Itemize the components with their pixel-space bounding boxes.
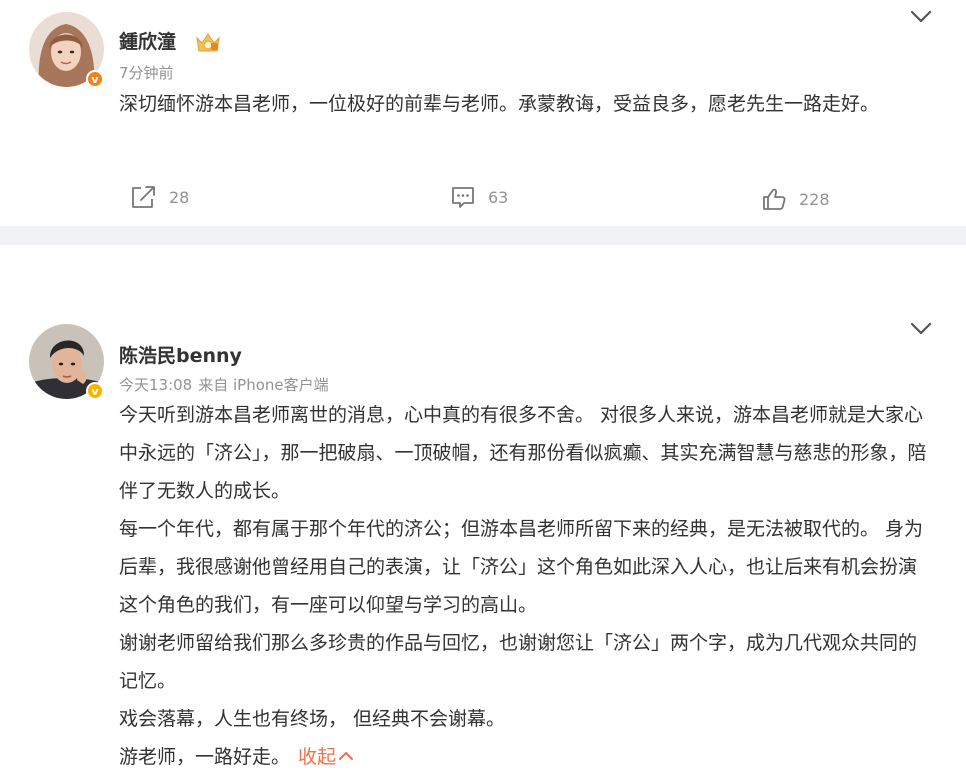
post-last-line: 游老师，一路好走。 (119, 746, 291, 768)
membership-crown-icon[interactable] (194, 30, 222, 54)
repost-count: 28 (169, 188, 190, 207)
post-paragraph-last: 游老师，一路好走。 收起 (119, 738, 929, 776)
repost-icon (132, 186, 155, 208)
post-paragraph-3: 谢谢老师留给我们那么多珍贵的作品与回忆，也谢谢您让「济公」两个字，成为几代观众共… (119, 632, 918, 692)
verified-badge-icon: v (86, 382, 104, 400)
post-meta: 今天13:08 来自 iPhone客户端 (119, 374, 329, 395)
author-name[interactable]: 陈浩民benny (119, 341, 242, 368)
like-count: 228 (799, 190, 830, 209)
post-text-paragraph: 深切缅怀游本昌老师，一位极好的前辈与老师。承蒙教诲，受益良多，愿老先生一路走好。 (119, 93, 880, 115)
chevron-down-icon[interactable] (910, 322, 932, 336)
post-text: 今天听到游本昌老师离世的消息，心中真的有很多不舍。 对很多人来说，游本昌老师就是… (119, 396, 929, 776)
like-icon (763, 188, 786, 210)
like-button[interactable]: 228 (761, 187, 830, 212)
verified-badge-icon: v (86, 70, 104, 88)
chevron-up-icon (339, 752, 354, 760)
collapse-button[interactable]: 收起 (298, 746, 354, 768)
post-card-2: v 陈浩民benny 今天13:08 来自 iPhone客户端 今天听到游本昌老师… (0, 245, 966, 777)
post-time[interactable]: 7分钟前 (119, 62, 174, 83)
post-time[interactable]: 今天13:08 (119, 376, 192, 394)
post-card-1: v 鍾欣潼 7分钟前 深切缅怀游本昌老师，一位极好的前辈与老师。承蒙教诲，受益良… (0, 0, 966, 226)
chevron-down-icon[interactable] (910, 10, 932, 24)
collapse-label: 收起 (298, 746, 337, 768)
post-paragraph-2: 每一个年代，都有属于那个年代的济公；但游本昌老师所留下来的经典，是无法被取代的。… (119, 518, 924, 616)
post-paragraph-1: 今天听到游本昌老师离世的消息，心中真的有很多不舍。 对很多人来说，游本昌老师就是… (119, 404, 927, 502)
post-paragraph-4: 戏会落幕，人生也有终场， 但经典不会谢幕。 (119, 708, 506, 730)
post-source: 来自 iPhone客户端 (198, 376, 329, 394)
comment-icon (452, 187, 474, 208)
comment-count: 63 (488, 188, 509, 207)
repost-button[interactable]: 28 (130, 185, 189, 210)
comment-button[interactable]: 63 (450, 185, 508, 210)
post-text: 深切缅怀游本昌老师，一位极好的前辈与老师。承蒙教诲，受益良多，愿老先生一路走好。 (119, 85, 929, 123)
author-name[interactable]: 鍾欣潼 (119, 27, 176, 54)
